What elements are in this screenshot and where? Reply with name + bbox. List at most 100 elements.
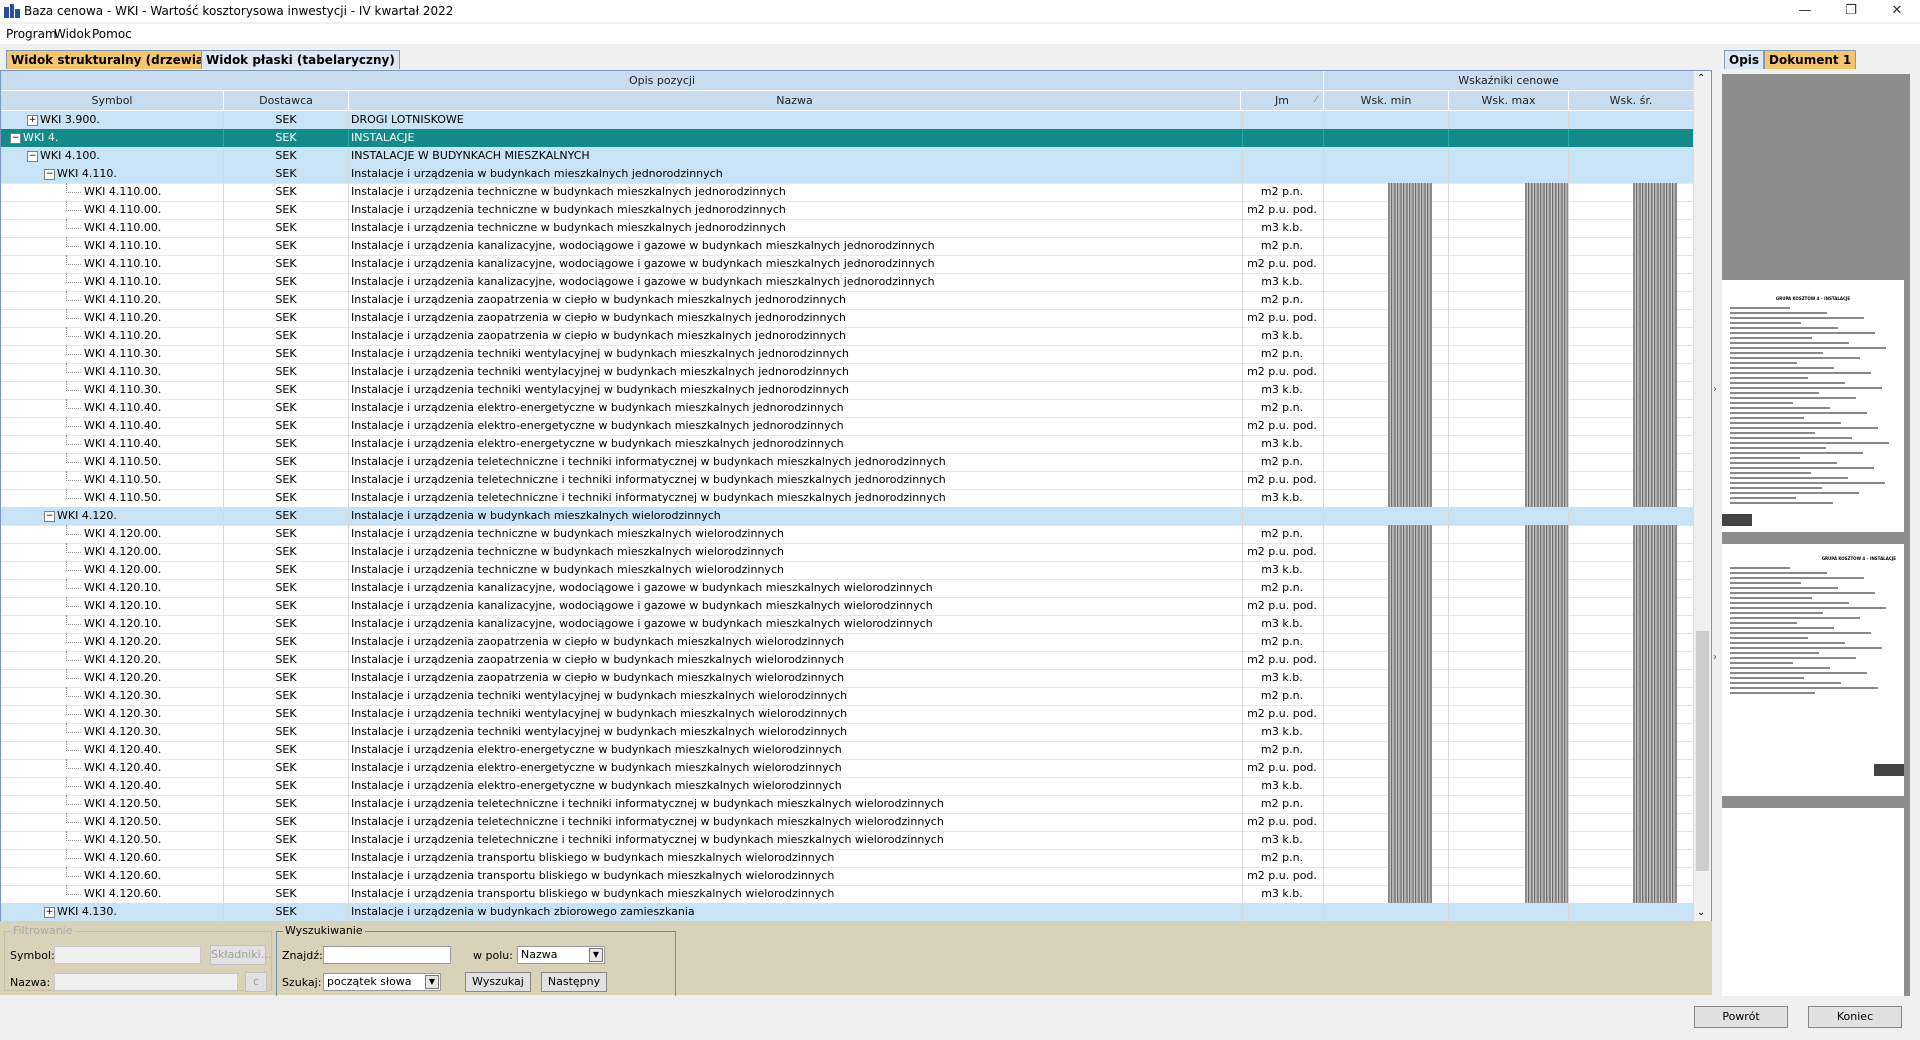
table-row[interactable]: WKI 4.120.10. SEK Instalacje i urządzenia … xyxy=(1,615,1694,634)
table-row[interactable]: WKI 4.110.50. SEK Instalacje i urządzenia … xyxy=(1,453,1694,472)
menu-pomoc[interactable]: Pomoc xyxy=(92,27,132,41)
table-row[interactable]: WKI 4.120.10. SEK Instalacje i urządzenia … xyxy=(1,597,1694,616)
close-button[interactable]: ✕ xyxy=(1874,0,1920,22)
dostawca-cell: SEK xyxy=(224,597,349,615)
collapse-icon[interactable]: − xyxy=(27,151,38,162)
table-row[interactable]: WKI 4.110.50. SEK Instalacje i urządzenia … xyxy=(1,471,1694,490)
wyszukaj-button[interactable]: Wyszukaj xyxy=(465,972,531,992)
expand-icon[interactable]: + xyxy=(27,115,38,126)
scrollbar-thumb[interactable] xyxy=(1696,631,1709,871)
menu-program[interactable]: Program xyxy=(6,27,57,41)
table-row[interactable]: WKI 4.120.50. SEK Instalacje i urządzenia … xyxy=(1,813,1694,832)
table-row[interactable]: WKI 4.120.00. SEK Instalacje i urządzenia … xyxy=(1,525,1694,544)
skladniki-button[interactable]: Składniki... xyxy=(210,945,271,965)
filter-nazwa-input[interactable] xyxy=(54,973,238,991)
tab-opis[interactable]: Opis xyxy=(1724,50,1765,69)
column-header-wsk-sr[interactable]: Wsk. śr. xyxy=(1569,91,1694,111)
table-row[interactable]: WKI 4.120.60. SEK Instalacje i urządzenia … xyxy=(1,867,1694,886)
column-header-dostawca[interactable]: Dostawca xyxy=(224,91,349,111)
table-row[interactable]: WKI 4.120.40. SEK Instalacje i urządzenia … xyxy=(1,759,1694,778)
table-row[interactable]: WKI 4.110.50. SEK Instalacje i urządzenia … xyxy=(1,489,1694,508)
table-row[interactable]: WKI 4.120.30. SEK Instalacje i urządzenia … xyxy=(1,687,1694,706)
table-row[interactable]: WKI 4.120.50. SEK Instalacje i urządzenia … xyxy=(1,795,1694,814)
column-header-jm[interactable]: Jm ⁄ xyxy=(1241,91,1324,111)
scroll-up-arrow-icon[interactable]: ⌃ xyxy=(1697,73,1705,84)
nastepny-button[interactable]: Następny xyxy=(541,972,607,992)
redacted-value xyxy=(1525,795,1568,813)
wsk_max-cell xyxy=(1449,885,1569,903)
splitter-arrow-icon[interactable]: › xyxy=(1713,384,1717,395)
document-preview[interactable]: GRUPA KOSZTÓW 4 – INSTALACJE GRUPA KOSZT… xyxy=(1722,74,1920,998)
collapse-icon[interactable]: − xyxy=(10,133,21,144)
back-button[interactable]: Powrót xyxy=(1694,1006,1788,1028)
tree-line xyxy=(66,417,81,427)
table-row[interactable]: WKI 4.120.00. SEK Instalacje i urządzenia … xyxy=(1,561,1694,580)
symbol-cell: WKI 4.120.40. xyxy=(1,777,224,795)
tree-group-row[interactable]: − WKI 4. SEK INSTALACJE xyxy=(1,129,1694,148)
column-header-wsk-max[interactable]: Wsk. max xyxy=(1449,91,1569,111)
scroll-down-arrow-icon[interactable]: ⌄ xyxy=(1697,907,1705,918)
table-row[interactable]: WKI 4.110.20. SEK Instalacje i urządzenia … xyxy=(1,309,1694,328)
table-row[interactable]: WKI 4.110.30. SEK Instalacje i urządzenia … xyxy=(1,345,1694,364)
column-header-symbol[interactable]: Symbol xyxy=(1,91,224,111)
chevron-down-icon[interactable]: ▼ xyxy=(589,948,603,962)
expand-icon[interactable]: + xyxy=(44,907,55,918)
table-row[interactable]: WKI 4.110.30. SEK Instalacje i urządzenia … xyxy=(1,381,1694,400)
table-row[interactable]: WKI 4.110.10. SEK Instalacje i urządzenia … xyxy=(1,237,1694,256)
table-row[interactable]: WKI 4.110.10. SEK Instalacje i urządzenia … xyxy=(1,273,1694,292)
search-mode-select[interactable]: początek słowa ▼ xyxy=(323,973,441,991)
table-row[interactable]: WKI 4.110.00. SEK Instalacje i urządzenia … xyxy=(1,183,1694,202)
table-row[interactable]: WKI 4.120.00. SEK Instalacje i urządzenia … xyxy=(1,543,1694,562)
table-row[interactable]: WKI 4.110.20. SEK Instalacje i urządzenia … xyxy=(1,327,1694,346)
tree-group-row[interactable]: − WKI 4.120. SEK Instalacje i urządzenia w … xyxy=(1,507,1694,526)
table-row[interactable]: WKI 4.120.20. SEK Instalacje i urządzenia … xyxy=(1,669,1694,688)
search-legend: Wyszukiwanie xyxy=(283,924,365,937)
column-header-nazwa[interactable]: Nazwa xyxy=(349,91,1241,111)
table-row[interactable]: WKI 4.120.40. SEK Instalacje i urządzenia … xyxy=(1,741,1694,760)
column-header-wsk-min[interactable]: Wsk. min xyxy=(1324,91,1449,111)
table-row[interactable]: WKI 4.110.30. SEK Instalacje i urządzenia … xyxy=(1,363,1694,382)
table-row[interactable]: WKI 4.120.60. SEK Instalacje i urządzenia … xyxy=(1,849,1694,868)
table-row[interactable]: WKI 4.120.20. SEK Instalacje i urządzenia … xyxy=(1,651,1694,670)
chevron-down-icon[interactable]: ▼ xyxy=(425,975,439,989)
restore-button[interactable]: ❐ xyxy=(1828,0,1874,22)
jm-cell: m3 k.b. xyxy=(1241,723,1324,741)
menu-widok[interactable]: Widok xyxy=(54,27,91,41)
table-row[interactable]: WKI 4.120.50. SEK Instalacje i urządzenia … xyxy=(1,831,1694,850)
symbol-cell: WKI 4.110.00. xyxy=(1,201,224,219)
tree-group-row[interactable]: + WKI 4.130. SEK Instalacje i urządzenia w … xyxy=(1,903,1694,922)
table-row[interactable]: WKI 4.120.30. SEK Instalacje i urządzenia … xyxy=(1,705,1694,724)
table-row[interactable]: WKI 4.110.40. SEK Instalacje i urządzenia … xyxy=(1,399,1694,418)
table-row[interactable]: WKI 4.120.20. SEK Instalacje i urządzenia … xyxy=(1,633,1694,652)
wsk_max-cell xyxy=(1449,741,1569,759)
search-field-select[interactable]: Nazwa ▼ xyxy=(517,946,605,964)
table-row[interactable]: WKI 4.110.40. SEK Instalacje i urządzenia … xyxy=(1,417,1694,436)
table-row[interactable]: WKI 4.110.10. SEK Instalacje i urządzenia … xyxy=(1,255,1694,274)
table-row[interactable]: WKI 4.110.40. SEK Instalacje i urządzenia … xyxy=(1,435,1694,454)
table-row[interactable]: WKI 4.110.20. SEK Instalacje i urządzenia … xyxy=(1,291,1694,310)
tab-flat-view[interactable]: Widok płaski (tabelaryczny) xyxy=(201,50,400,69)
table-row[interactable]: WKI 4.120.30. SEK Instalacje i urządzenia … xyxy=(1,723,1694,742)
table-row[interactable]: WKI 4.110.00. SEK Instalacje i urządzenia … xyxy=(1,219,1694,238)
redacted-value xyxy=(1388,291,1432,309)
collapse-icon[interactable]: − xyxy=(44,511,55,522)
table-row[interactable]: WKI 4.120.10. SEK Instalacje i urządzenia … xyxy=(1,579,1694,598)
doc-scrollbar[interactable] xyxy=(1910,74,1920,998)
vertical-scrollbar[interactable]: ⌃ ⌄ xyxy=(1693,71,1711,922)
tree-group-row[interactable]: − WKI 4.110. SEK Instalacje i urządzenia w … xyxy=(1,165,1694,184)
tree-group-row[interactable]: − WKI 4.100. SEK INSTALACJE W BUDYNKACH MIE… xyxy=(1,147,1694,166)
tree-group-row[interactable]: + WKI 3.900. SEK DROGI LOTNISKOWE xyxy=(1,111,1694,130)
table-row[interactable]: WKI 4.110.00. SEK Instalacje i urządzenia … xyxy=(1,201,1694,220)
tree-line xyxy=(66,273,81,283)
table-row[interactable]: WKI 4.120.40. SEK Instalacje i urządzenia … xyxy=(1,777,1694,796)
end-button[interactable]: Koniec xyxy=(1808,1006,1902,1028)
clear-filter-button[interactable]: c xyxy=(245,972,267,992)
search-find-input[interactable] xyxy=(323,946,451,964)
filter-symbol-input[interactable] xyxy=(54,946,201,964)
minimize-button[interactable]: — xyxy=(1782,0,1828,22)
collapse-icon[interactable]: − xyxy=(44,169,55,180)
tab-dokument-1[interactable]: Dokument 1 xyxy=(1764,50,1857,69)
splitter-arrow-icon[interactable]: › xyxy=(1713,652,1717,663)
window-title: Baza cenowa - WKI - Wartość kosztorysowa… xyxy=(24,4,454,18)
table-row[interactable]: WKI 4.120.60. SEK Instalacje i urządzenia … xyxy=(1,885,1694,904)
